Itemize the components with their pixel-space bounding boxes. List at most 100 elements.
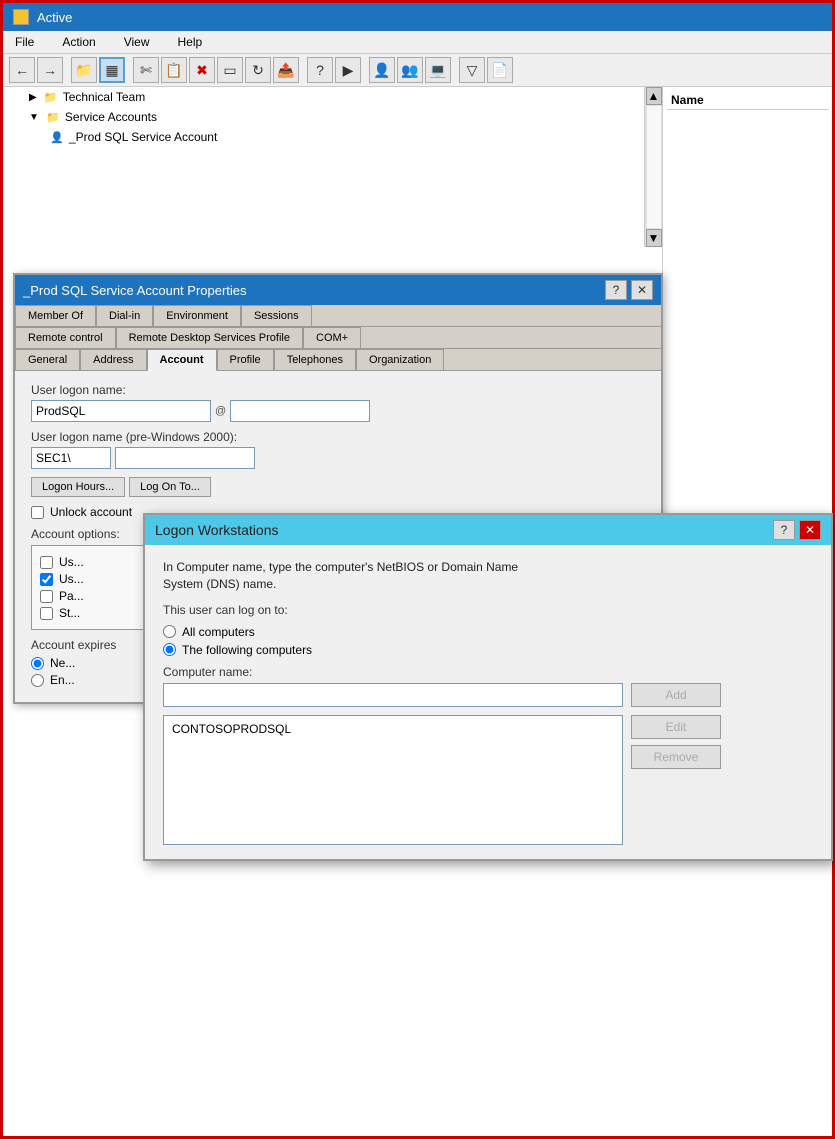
- user-icon[interactable]: 👤: [369, 57, 395, 83]
- computer-icon[interactable]: 💻: [425, 57, 451, 83]
- radio-all-computers[interactable]: [163, 625, 176, 638]
- domain-dropdown: @: [215, 405, 226, 417]
- window-title: Active: [37, 10, 72, 25]
- tab-profile[interactable]: Profile: [217, 349, 274, 371]
- tab-account[interactable]: Account: [147, 349, 217, 371]
- properties-button[interactable]: ▭: [217, 57, 243, 83]
- tab-organization[interactable]: Organization: [356, 349, 444, 371]
- cut-button[interactable]: ✄: [133, 57, 159, 83]
- user-logon-label: User logon name:: [31, 383, 645, 397]
- properties-close-button[interactable]: ✕: [631, 280, 653, 300]
- logon-dialog-title: Logon Workstations: [155, 522, 278, 538]
- logon-dialog-title-buttons: ? ✕: [773, 520, 821, 540]
- tree-item-technical-team[interactable]: ▶ 📁 Technical Team: [3, 87, 662, 107]
- forward-button[interactable]: →: [37, 57, 63, 83]
- help-icon[interactable]: ?: [307, 57, 333, 83]
- toolbar: ← → 📁 ▦ ✄ 📋 ✖ ▭ ↻ 📤 ? ▶ 👤 👥 💻 ▽ 📄: [3, 54, 832, 87]
- app-icon: [13, 9, 29, 25]
- opt-checkbox-3[interactable]: [40, 590, 53, 603]
- computer-list-row: CONTOSOPRODSQL Edit Remove: [163, 715, 813, 845]
- tab-environment[interactable]: Environment: [153, 305, 241, 327]
- tab-sessions[interactable]: Sessions: [241, 305, 312, 327]
- run-button[interactable]: ▶: [335, 57, 361, 83]
- view-button[interactable]: ▦: [99, 57, 125, 83]
- scrollbar-up[interactable]: ▲: [646, 87, 662, 105]
- pre-username-input[interactable]: [115, 447, 255, 469]
- radio-end-input[interactable]: [31, 674, 44, 687]
- radio-all-computers-row: All computers: [163, 625, 813, 639]
- logon-dialog-content: In Computer name, type the computer's Ne…: [145, 545, 831, 859]
- tab-dial-in[interactable]: Dial-in: [96, 305, 153, 327]
- prod-sql-label: _Prod SQL Service Account: [69, 130, 217, 144]
- menu-help[interactable]: Help: [172, 33, 209, 51]
- logon-hours-button[interactable]: Logon Hours...: [31, 477, 125, 497]
- folder-up-button[interactable]: 📁: [71, 57, 97, 83]
- logon-dialog-title-bar: Logon Workstations ? ✕: [145, 515, 831, 545]
- back-button[interactable]: ←: [9, 57, 35, 83]
- group-icon[interactable]: 👥: [397, 57, 423, 83]
- tab-member-of[interactable]: Member Of: [15, 305, 96, 327]
- right-panel: Name: [663, 87, 832, 287]
- export-button[interactable]: 📤: [273, 57, 299, 83]
- radio-never-input[interactable]: [31, 657, 44, 670]
- tab-address[interactable]: Address: [80, 349, 146, 371]
- logon-buttons-row: Logon Hours... Log On To...: [31, 477, 645, 497]
- tab-rdp[interactable]: Remote Desktop Services Profile: [116, 327, 303, 349]
- filter-icon[interactable]: ▽: [459, 57, 485, 83]
- copy-button[interactable]: 📋: [161, 57, 187, 83]
- unlock-checkbox[interactable]: [31, 506, 44, 519]
- delete-button[interactable]: ✖: [189, 57, 215, 83]
- edit-button[interactable]: Edit: [631, 715, 721, 739]
- logon-close-button[interactable]: ✕: [799, 520, 821, 540]
- pre-domain-input[interactable]: [31, 447, 111, 469]
- remove-button[interactable]: Remove: [631, 745, 721, 769]
- tree-item-prod-sql[interactable]: 👤 _Prod SQL Service Account: [3, 127, 662, 147]
- log-on-to-button[interactable]: Log On To...: [129, 477, 211, 497]
- computer-name-label: Computer name:: [163, 665, 813, 679]
- tab-remote-control[interactable]: Remote control: [15, 327, 116, 349]
- opt-checkbox-4[interactable]: [40, 607, 53, 620]
- user-logon-input[interactable]: [31, 400, 211, 422]
- opt-checkbox-2[interactable]: [40, 573, 53, 586]
- refresh-button[interactable]: ↻: [245, 57, 271, 83]
- menu-bar: File Action View Help: [3, 31, 832, 54]
- domain-input[interactable]: [230, 400, 370, 422]
- menu-action[interactable]: Action: [56, 33, 101, 51]
- tab-telephones[interactable]: Telephones: [274, 349, 356, 371]
- service-accounts-label: Service Accounts: [65, 110, 157, 124]
- menu-view[interactable]: View: [118, 33, 156, 51]
- computers-list-box[interactable]: CONTOSOPRODSQL: [163, 715, 623, 845]
- tree-panel: ▶ 📁 Technical Team ▼ 📁 Service Accounts …: [3, 87, 663, 287]
- tab-com[interactable]: COM+: [303, 327, 361, 349]
- logon-description: In Computer name, type the computer's Ne…: [163, 559, 813, 593]
- computer-list-item[interactable]: CONTOSOPRODSQL: [168, 720, 618, 738]
- radio-following-row: The following computers: [163, 643, 813, 657]
- scrollbar-down[interactable]: ▼: [646, 229, 662, 247]
- unlock-label: Unlock account: [50, 505, 132, 519]
- logon-workstations-dialog: Logon Workstations ? ✕ In Computer name,…: [143, 513, 833, 861]
- radio-all-label: All computers: [182, 625, 255, 639]
- user-logon-row: @: [31, 400, 645, 422]
- radio-following-computers[interactable]: [163, 643, 176, 656]
- log-on-to-label: This user can log on to:: [163, 603, 813, 617]
- opt-checkbox-1[interactable]: [40, 556, 53, 569]
- folder-icon: 📁: [43, 89, 59, 105]
- action-buttons: Edit Remove: [631, 715, 721, 845]
- properties-title: _Prod SQL Service Account Properties: [23, 283, 247, 298]
- properties-title-bar: _Prod SQL Service Account Properties ? ✕: [15, 275, 661, 305]
- tabs-row-1: Member Of Dial-in Environment Sessions: [15, 305, 661, 327]
- tabs-row-3: General Address Account Profile Telephon…: [15, 349, 661, 371]
- menu-file[interactable]: File: [9, 33, 40, 51]
- computer-name-input[interactable]: [163, 683, 623, 707]
- logon-help-button[interactable]: ?: [773, 520, 795, 540]
- user-logon-pre-row: [31, 447, 645, 469]
- outer-window: Active File Action View Help ← → 📁 ▦ ✄ 📋…: [0, 0, 835, 1139]
- radio-following-label: The following computers: [182, 643, 312, 657]
- properties-help-button[interactable]: ?: [605, 280, 627, 300]
- add-button[interactable]: Add: [631, 683, 721, 707]
- title-bar: Active: [3, 3, 832, 31]
- report-icon[interactable]: 📄: [487, 57, 513, 83]
- tab-general[interactable]: General: [15, 349, 80, 371]
- tree-item-service-accounts[interactable]: ▼ 📁 Service Accounts: [3, 107, 662, 127]
- tabs-row-2: Remote control Remote Desktop Services P…: [15, 327, 661, 349]
